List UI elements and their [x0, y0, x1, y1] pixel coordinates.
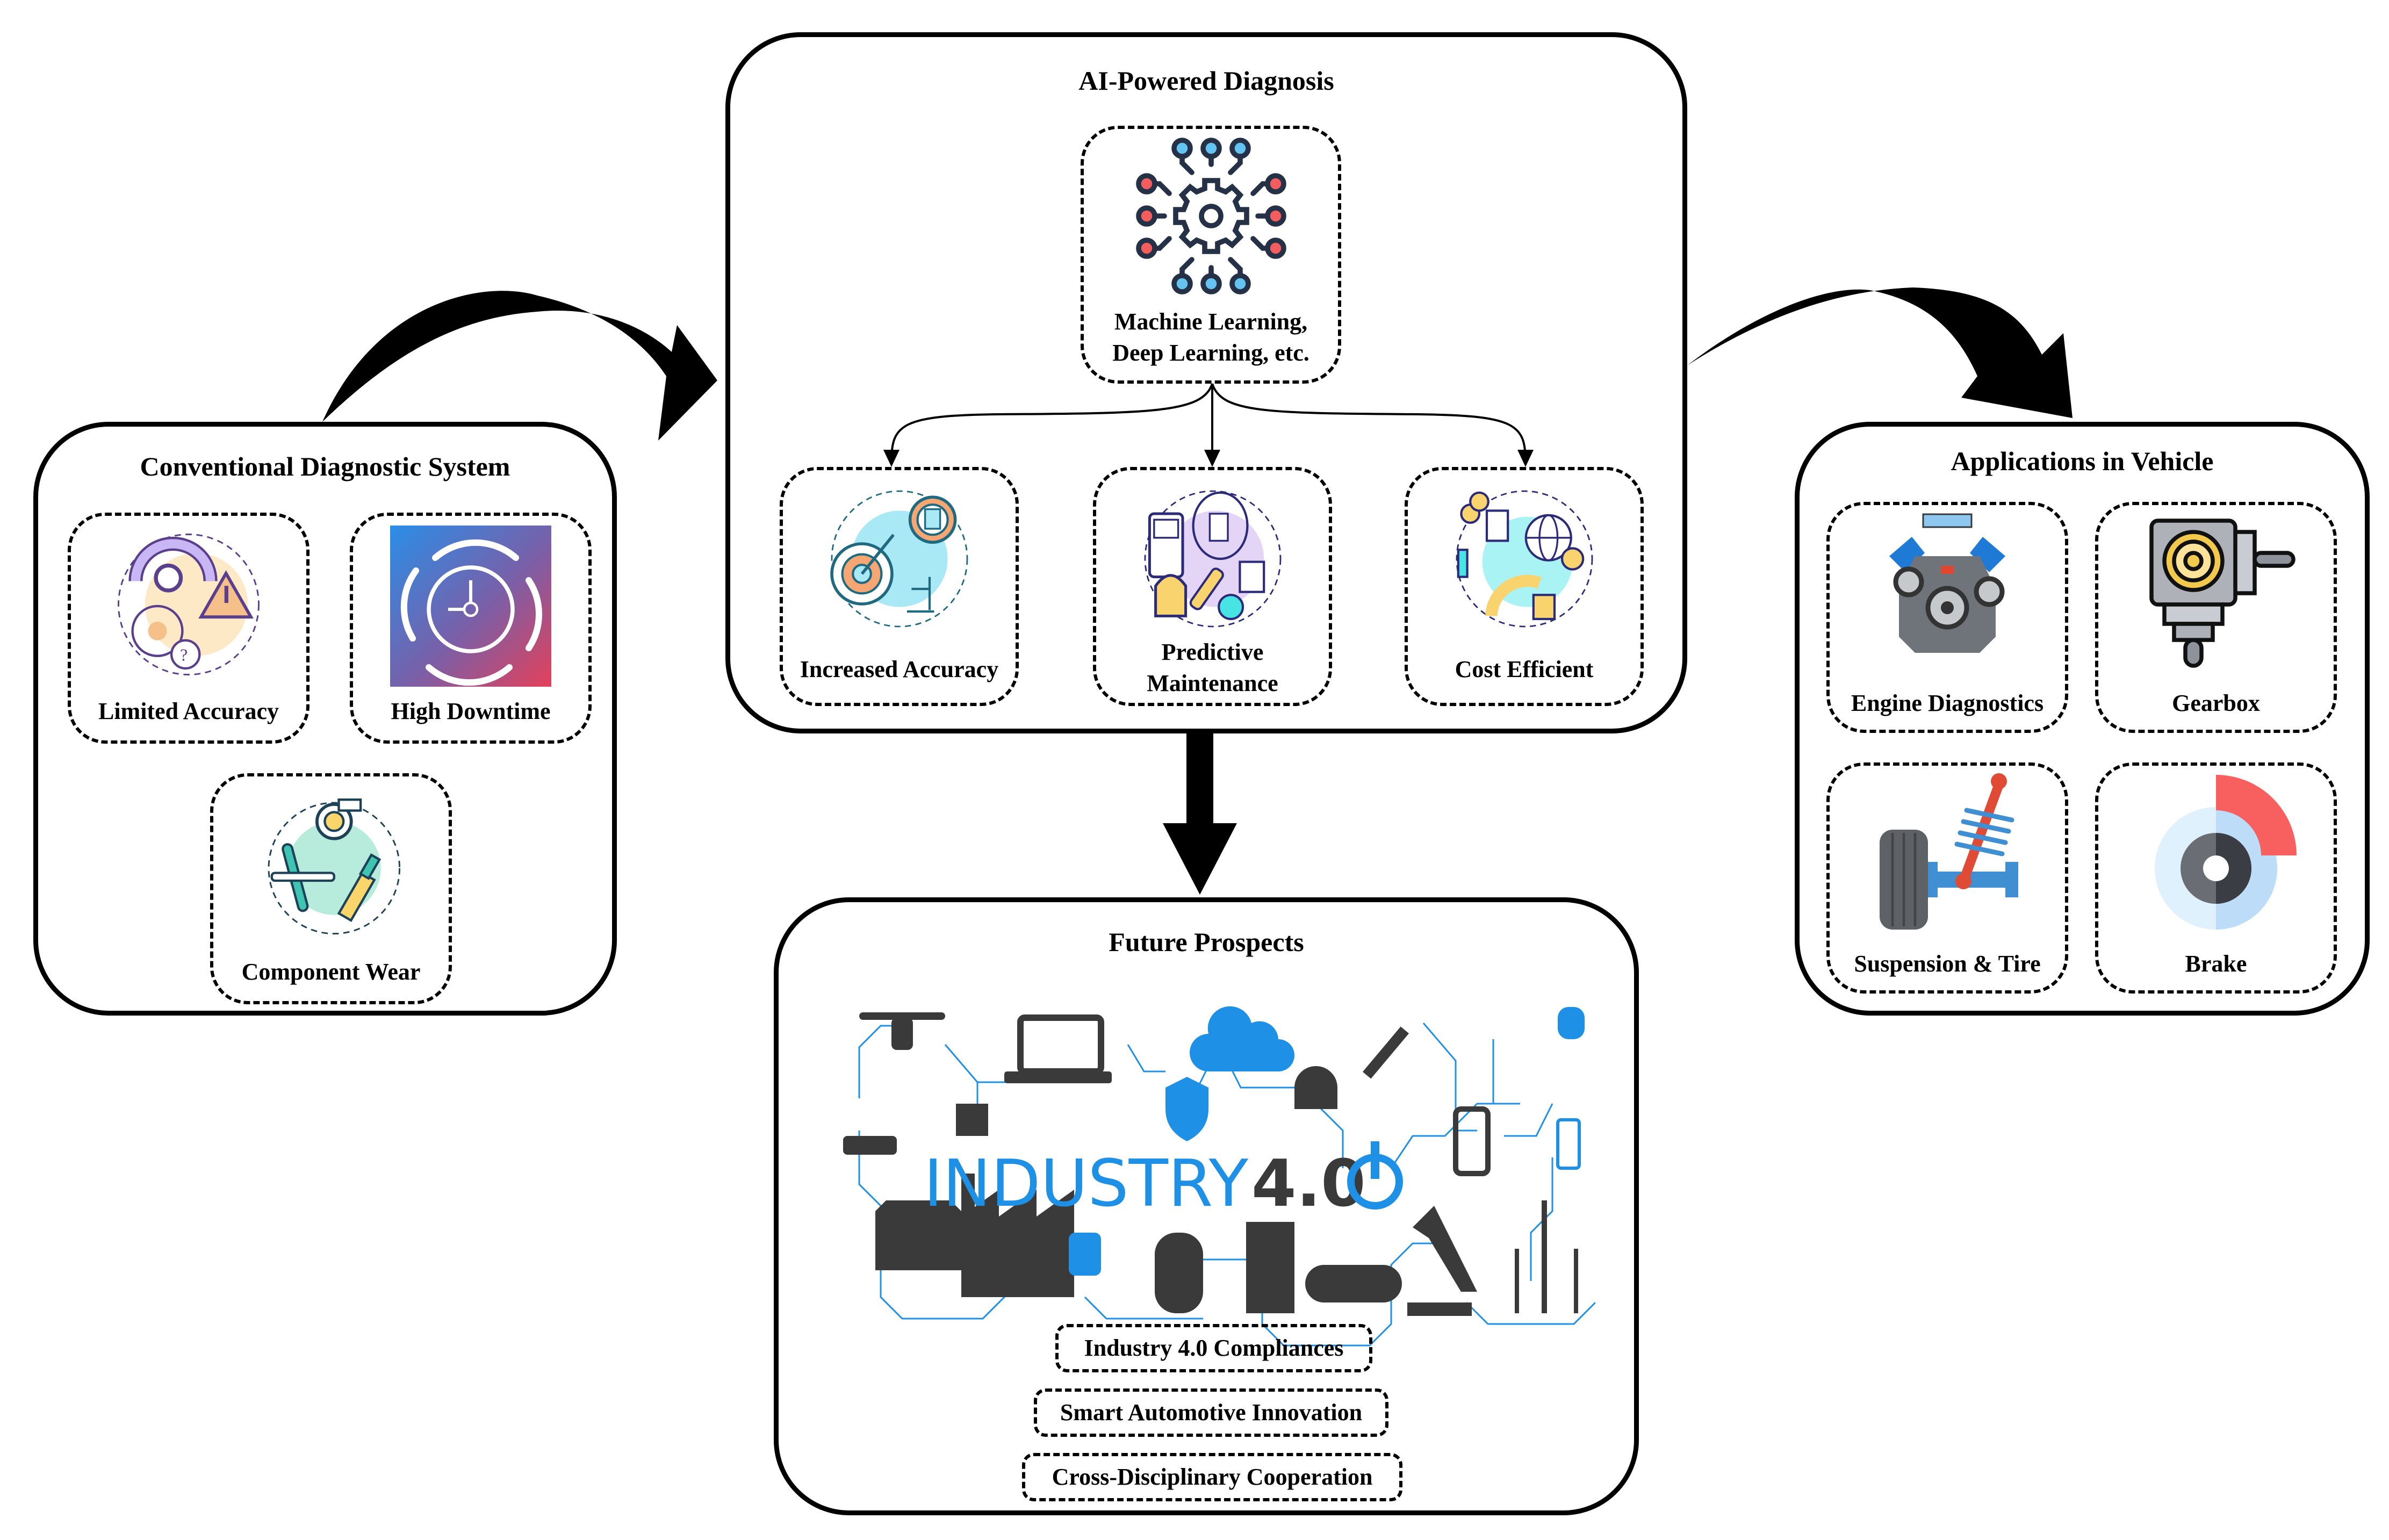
- card-predictive-maintenance: Predictive Maintenance: [1093, 467, 1332, 706]
- card-brake: Brake: [2095, 762, 2337, 994]
- downtime-clock-icon: [390, 526, 551, 687]
- arrow-ai-to-applications: [1687, 287, 2073, 418]
- brake-label: Brake: [2185, 951, 2247, 977]
- gearbox-icon: [2135, 508, 2297, 669]
- card-gearbox: Gearbox: [2095, 502, 2337, 733]
- card-component-wear: Component Wear: [210, 773, 452, 1004]
- industry-4-0-network-icon: INDUSTRY 4.0: [822, 985, 1596, 1362]
- card-increased-accuracy: Increased Accuracy: [780, 467, 1019, 706]
- future-prospects-panel: Future Prospects INDUSTRY 4.0 Industry 4…: [774, 897, 1639, 1515]
- card-cost-efficient: Cost Efficient: [1405, 467, 1644, 706]
- card-engine-diagnostics: Engine Diagnostics: [1826, 502, 2068, 733]
- arrow-conventional-to-ai: [322, 291, 717, 441]
- future-item-cross-disciplinary: Cross-Disciplinary Cooperation: [1022, 1453, 1402, 1501]
- predictive-label-line1: Predictive: [1161, 639, 1264, 665]
- card-machine-learning: Machine Learning, Deep Learning, etc.: [1081, 126, 1341, 384]
- card-limited-accuracy: ? Limited Accuracy: [68, 513, 310, 744]
- card-suspension-tire: Suspension & Tire: [1826, 762, 2068, 994]
- engine-diagnostics-label: Engine Diagnostics: [1851, 690, 2044, 716]
- high-downtime-label: High Downtime: [391, 698, 551, 724]
- predictive-label-line2: Maintenance: [1147, 670, 1278, 696]
- target-accuracy-icon: [824, 484, 975, 634]
- ai-diagnosis-panel: AI-Powered Diagnosis Machine Learning, D…: [725, 32, 1687, 733]
- cost-efficient-icon: [1449, 484, 1600, 634]
- brake-disc-icon: [2135, 768, 2297, 930]
- applications-panel: Applications in Vehicle Engine Diagnosti…: [1795, 422, 2370, 1016]
- industry-word: INDUSTRY: [924, 1147, 1249, 1221]
- neural-gear-icon: [1131, 135, 1292, 297]
- conventional-system-panel: Conventional Diagnostic System ? Limited…: [33, 422, 617, 1016]
- gearbox-label: Gearbox: [2172, 690, 2260, 716]
- cost-efficient-label: Cost Efficient: [1455, 656, 1594, 682]
- ml-label-line2: Deep Learning, etc.: [1112, 340, 1309, 366]
- component-wear-icon: [253, 787, 409, 943]
- future-item-industry-compliance: Industry 4.0 Compliances: [1055, 1324, 1372, 1372]
- increased-accuracy-label: Increased Accuracy: [800, 656, 999, 682]
- ai-title: AI-Powered Diagnosis: [1078, 66, 1334, 96]
- svg-text:?: ?: [180, 645, 188, 664]
- applications-title: Applications in Vehicle: [1951, 446, 2214, 476]
- ml-label-line1: Machine Learning,: [1114, 308, 1308, 335]
- component-wear-label: Component Wear: [241, 959, 421, 985]
- future-title: Future Prospects: [1109, 927, 1304, 957]
- predictive-maintenance-icon: [1138, 484, 1288, 634]
- future-item-smart-automotive: Smart Automotive Innovation: [1034, 1388, 1388, 1437]
- suspension-tire-icon: [1867, 768, 2028, 930]
- limited-accuracy-icon: ?: [111, 527, 267, 682]
- conventional-title: Conventional Diagnostic System: [140, 451, 510, 481]
- engine-icon: [1867, 508, 2028, 669]
- arrow-ai-to-future: [1163, 733, 1237, 895]
- suspension-tire-label: Suspension & Tire: [1854, 951, 2041, 977]
- card-high-downtime: High Downtime: [350, 513, 592, 744]
- limited-accuracy-label: Limited Accuracy: [98, 698, 279, 724]
